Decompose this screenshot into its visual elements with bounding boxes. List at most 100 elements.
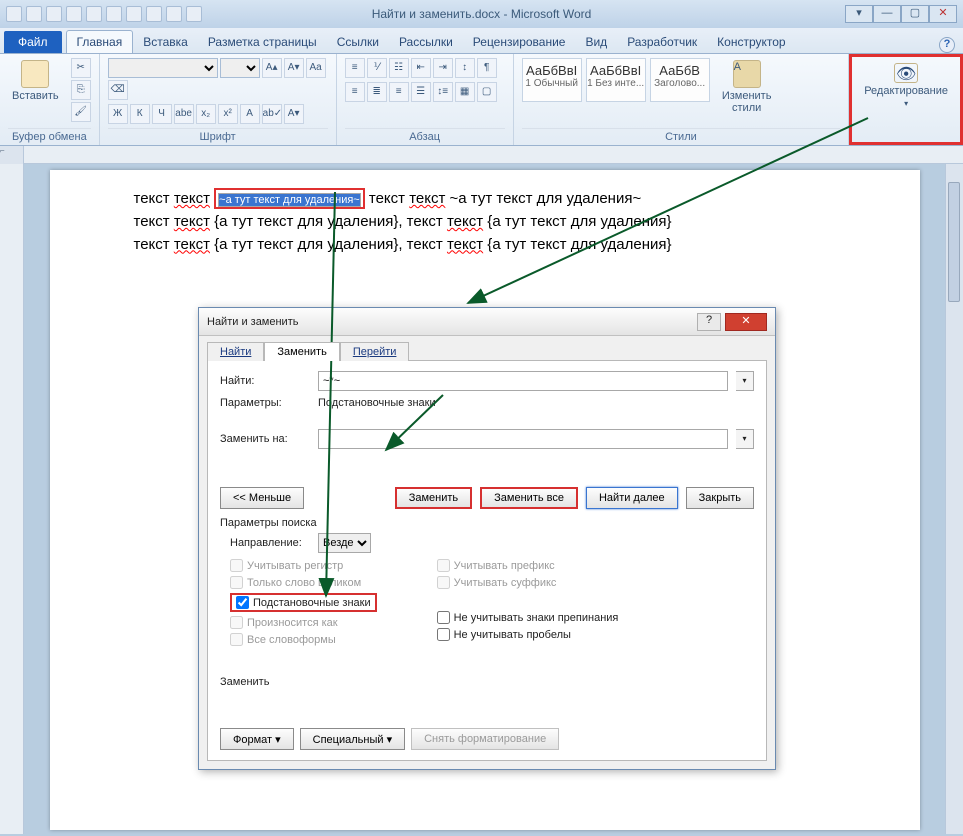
direction-select[interactable]: Везде [318,533,371,553]
tab-references[interactable]: Ссылки [327,31,389,53]
style-normal[interactable]: АаБбВвІ1 Обычный [522,58,582,102]
close-dialog-button[interactable]: Закрыть [686,487,754,509]
less-button[interactable]: << Меньше [220,487,304,509]
find-input[interactable] [318,371,728,391]
qat-save-icon[interactable] [26,6,42,22]
qat-icon[interactable] [166,6,182,22]
tab-home[interactable]: Главная [66,30,134,53]
maximize-button[interactable]: ▢ [901,5,929,23]
decrease-indent-icon[interactable]: ⇤ [411,58,431,78]
file-tab[interactable]: Файл [4,31,62,53]
replace-dropdown-icon[interactable]: ▾ [736,429,754,449]
align-left-icon[interactable]: ≡ [345,82,365,102]
dialog-tab-goto[interactable]: Перейти [340,342,410,361]
qat-icon[interactable] [126,6,142,22]
font-size-select[interactable] [220,58,260,78]
replace-button[interactable]: Заменить [395,487,472,509]
doc-line-1[interactable]: текст текст ~а тут текст для удаления~ т… [134,188,836,211]
align-right-icon[interactable]: ≡ [389,82,409,102]
font-family-select[interactable] [108,58,218,78]
find-dropdown-icon[interactable]: ▾ [736,371,754,391]
dialog-titlebar[interactable]: Найти и заменить ? ✕ [199,308,775,336]
bullets-icon[interactable]: ≡ [345,58,365,78]
tab-design[interactable]: Конструктор [707,31,795,53]
underline-button[interactable]: Ч [152,104,172,124]
vertical-ruler[interactable] [0,164,24,834]
chk-sounds-like: Произносится как [230,616,377,629]
chk-prefix: Учитывать префикс [437,559,619,572]
qat-word-icon[interactable] [6,6,22,22]
line-spacing-icon[interactable]: ↕≡ [433,82,453,102]
group-font: A▴ A▾ Aa ⌫ Ж К Ч abe x₂ x² A ab✓ A▾ Шриф… [100,54,337,145]
format-painter-icon[interactable]: 🖌 [71,102,91,122]
doc-line-3[interactable]: текст текст {а тут текст для удаления}, … [134,234,836,257]
chk-wildcards[interactable]: Подстановочные знаки [230,593,377,612]
qat-icon[interactable] [146,6,162,22]
shrink-font-icon[interactable]: A▾ [284,58,304,78]
group-label: Абзац [345,128,505,143]
find-next-button[interactable]: Найти далее [586,487,678,509]
superscript-button[interactable]: x² [218,104,238,124]
tab-mailings[interactable]: Рассылки [389,31,463,53]
group-paragraph: ≡ ⅟ ☷ ⇤ ⇥ ↕ ¶ ≡ ≣ ≡ ☰ ↕≡ ▦ ▢ Абзац [337,54,514,145]
window-controls: ▾ — ▢ ✕ [845,5,957,23]
borders-icon[interactable]: ▢ [477,82,497,102]
highlight-button[interactable]: ab✓ [262,104,282,124]
dialog-close-button[interactable]: ✕ [725,313,767,331]
bold-button[interactable]: Ж [108,104,128,124]
scrollbar-thumb[interactable] [948,182,960,302]
tab-developer[interactable]: Разработчик [617,31,707,53]
cut-icon[interactable]: ✂ [71,58,91,78]
close-button[interactable]: ✕ [929,5,957,23]
special-button[interactable]: Специальный ▾ [300,728,405,750]
change-styles-button[interactable]: A Изменить стили [718,58,776,116]
style-nospacing[interactable]: АаБбВвІ1 Без инте... [586,58,646,102]
group-clipboard: Вставить ✂ ⎘ 🖌 Буфер обмена [0,54,100,145]
dialog-help-button[interactable]: ? [697,313,721,331]
ruler-corner: ⌐ [0,146,24,164]
group-editing[interactable]: 👁 Редактирование ▾ [849,54,963,145]
strike-button[interactable]: abe [174,104,194,124]
numbering-icon[interactable]: ⅟ [367,58,387,78]
tab-view[interactable]: Вид [575,31,617,53]
font-color-button[interactable]: A▾ [284,104,304,124]
minimize-button[interactable]: — [873,5,901,23]
show-marks-icon[interactable]: ¶ [477,58,497,78]
chk-ignore-punct[interactable]: Не учитывать знаки препинания [437,611,619,624]
style-heading[interactable]: АаБбВЗаголово... [650,58,710,102]
change-case-icon[interactable]: Aa [306,58,326,78]
replace-all-button[interactable]: Заменить все [480,487,578,509]
grow-font-icon[interactable]: A▴ [262,58,282,78]
multilevel-icon[interactable]: ☷ [389,58,409,78]
dialog-tab-find[interactable]: Найти [207,342,264,361]
qat-icon[interactable] [106,6,122,22]
italic-button[interactable]: К [130,104,150,124]
increase-indent-icon[interactable]: ⇥ [433,58,453,78]
tab-insert[interactable]: Вставка [133,31,198,53]
vertical-scrollbar[interactable] [945,164,963,834]
qat-undo-icon[interactable] [46,6,62,22]
help-icon[interactable]: ? [939,37,955,53]
format-button[interactable]: Формат ▾ [220,728,294,750]
clear-format-icon[interactable]: ⌫ [108,80,128,100]
qat-redo-icon[interactable] [66,6,82,22]
chk-ignore-spaces[interactable]: Не учитывать пробелы [437,628,619,641]
qat-dropdown-icon[interactable] [186,6,202,22]
tab-review[interactable]: Рецензирование [463,31,576,53]
sort-icon[interactable]: ↕ [455,58,475,78]
align-center-icon[interactable]: ≣ [367,82,387,102]
tab-layout[interactable]: Разметка страницы [198,31,327,53]
copy-icon[interactable]: ⎘ [71,80,91,100]
subscript-button[interactable]: x₂ [196,104,216,124]
shading-icon[interactable]: ▦ [455,82,475,102]
search-params-label: Параметры поиска [220,517,754,529]
justify-icon[interactable]: ☰ [411,82,431,102]
doc-line-2[interactable]: текст текст {а тут текст для удаления}, … [134,211,836,234]
replace-input[interactable] [318,429,728,449]
find-label: Найти: [220,375,310,387]
ribbon-toggle-button[interactable]: ▾ [845,5,873,23]
qat-icon[interactable] [86,6,102,22]
dialog-tab-replace[interactable]: Заменить [264,342,339,361]
text-effects-button[interactable]: A [240,104,260,124]
paste-button[interactable]: Вставить [8,58,63,104]
